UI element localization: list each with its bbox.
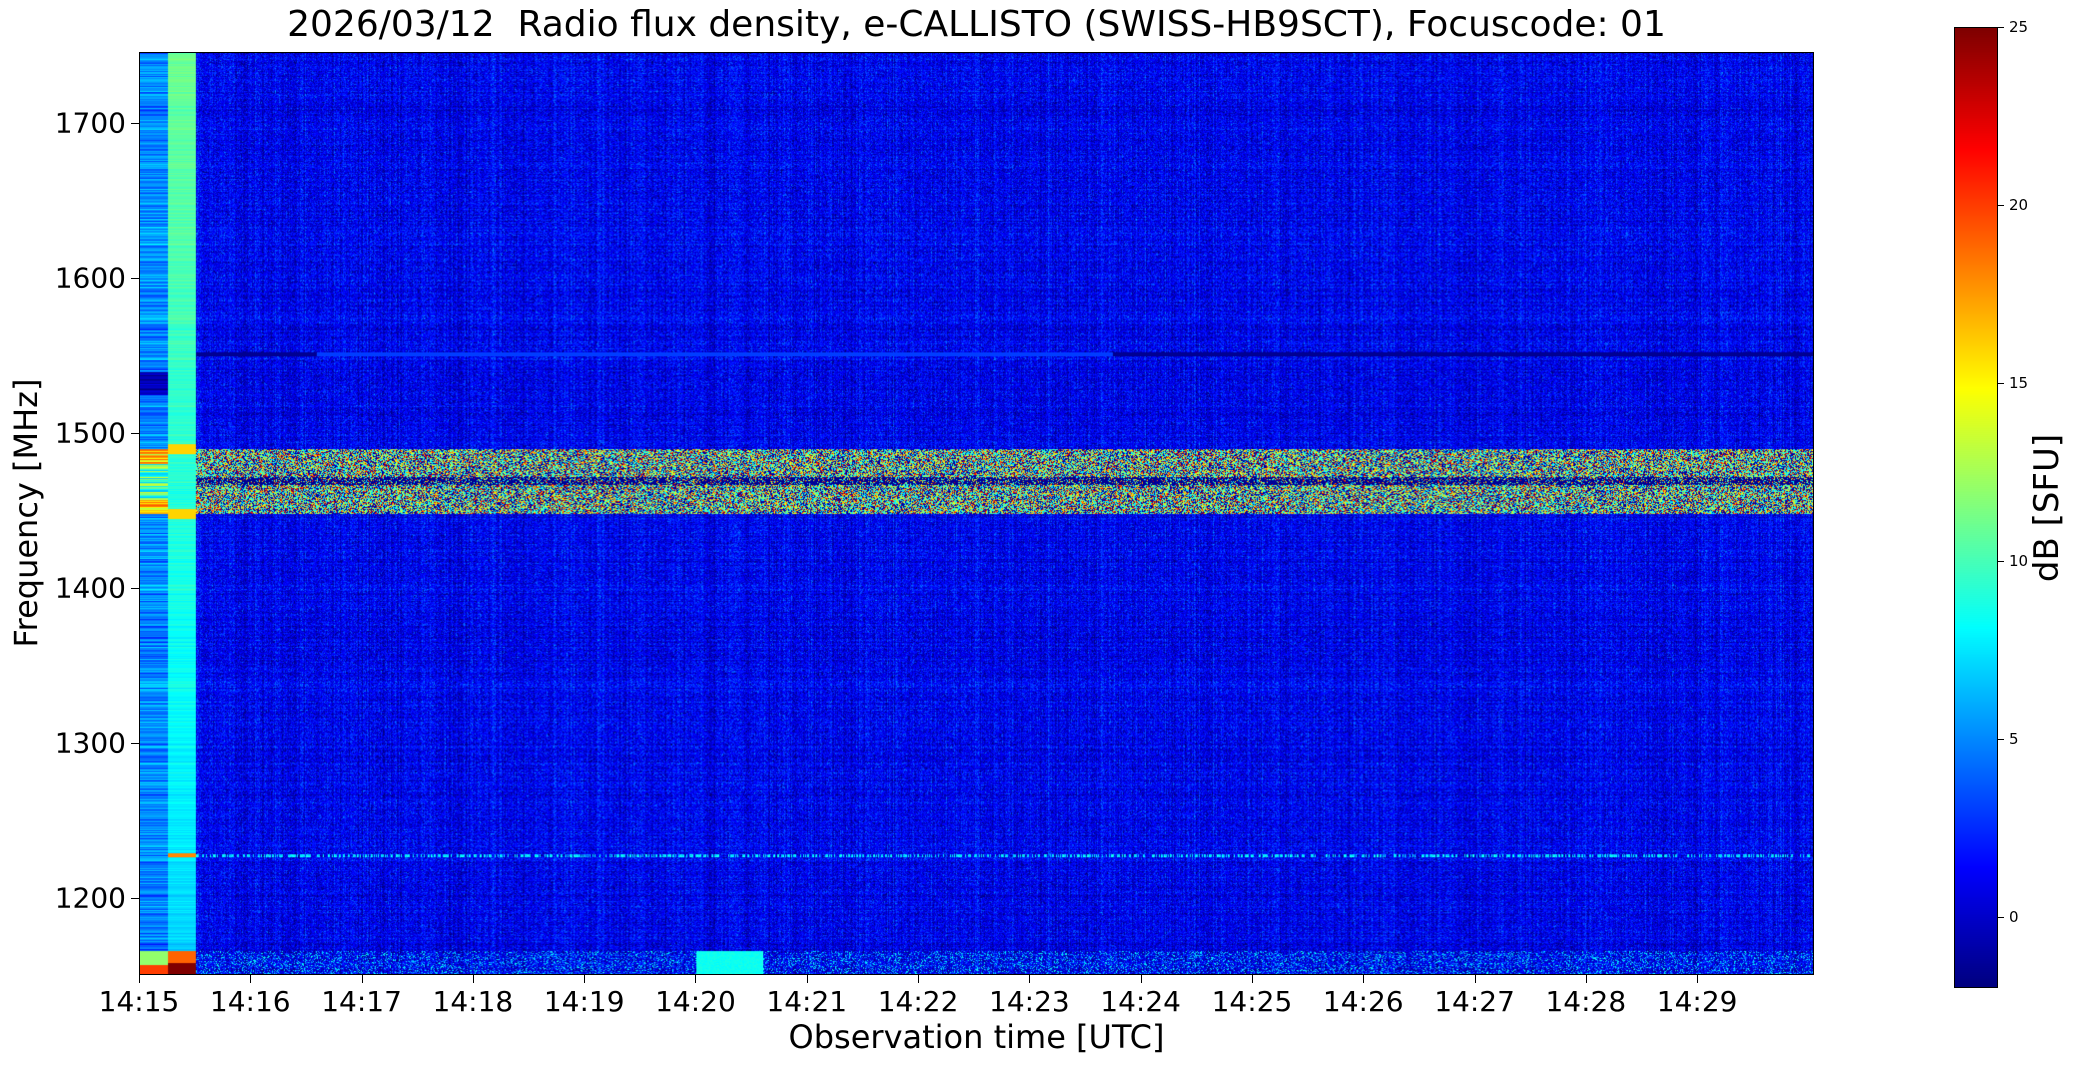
x-tick-mark bbox=[1140, 975, 1142, 983]
colorbar bbox=[1954, 27, 1998, 988]
colorbar-tick-mark bbox=[1998, 738, 2004, 740]
colorbar-tick-label: 0 bbox=[2009, 907, 2019, 926]
x-tick-label: 14:17 bbox=[321, 985, 402, 1018]
colorbar-tick-mark bbox=[1998, 204, 2004, 206]
x-tick-mark bbox=[139, 975, 140, 983]
x-tick-mark bbox=[1363, 975, 1365, 983]
x-tick-mark bbox=[1474, 975, 1476, 983]
chart-title: 2026/03/12 Radio flux density, e-CALLIST… bbox=[287, 4, 1666, 45]
colorbar-tick-mark bbox=[1998, 560, 2004, 562]
x-tick-mark bbox=[1697, 975, 1699, 983]
x-tick-label: 14:28 bbox=[1545, 985, 1627, 1018]
colorbar-tick-label: 15 bbox=[2009, 373, 2029, 392]
colorbar-tick-label: 25 bbox=[2009, 18, 2029, 36]
y-tick-label: 1600 bbox=[54, 261, 126, 295]
x-tick-mark bbox=[584, 975, 586, 983]
spectrogram-plot-area bbox=[139, 52, 1814, 975]
y-tick-mark bbox=[131, 432, 139, 434]
x-tick-label: 14:19 bbox=[543, 985, 625, 1018]
x-tick-mark bbox=[361, 975, 363, 983]
x-tick-mark bbox=[1029, 975, 1031, 983]
x-tick-mark bbox=[918, 975, 920, 983]
colorbar-tick-mark bbox=[1998, 382, 2004, 384]
y-tick-label: 1400 bbox=[54, 571, 126, 605]
colorbar-tick-mark bbox=[1998, 916, 2004, 918]
x-tick-label: 14:25 bbox=[1211, 985, 1293, 1018]
y-tick-mark bbox=[131, 278, 139, 280]
colorbar-tick-label: 20 bbox=[2009, 195, 2029, 214]
colorbar-label: dB [SFU] bbox=[2027, 433, 2067, 583]
y-tick-mark bbox=[131, 897, 139, 899]
x-tick-label: 14:24 bbox=[1100, 985, 1182, 1018]
x-tick-label: 14:26 bbox=[1322, 985, 1404, 1018]
y-tick-label: 1300 bbox=[54, 726, 126, 760]
x-tick-mark bbox=[806, 975, 808, 983]
y-tick-mark bbox=[131, 123, 139, 125]
x-tick-label: 14:23 bbox=[989, 985, 1070, 1018]
x-tick-label: 14:16 bbox=[209, 985, 291, 1018]
x-tick-label: 14:22 bbox=[877, 985, 959, 1018]
x-tick-mark bbox=[250, 975, 252, 983]
y-tick-label: 1200 bbox=[54, 881, 126, 915]
spectrogram-heatmap bbox=[140, 53, 1813, 974]
y-tick-label: 1500 bbox=[54, 416, 126, 450]
x-tick-mark bbox=[472, 975, 474, 983]
y-tick-mark bbox=[131, 742, 139, 744]
x-tick-label: 14:15 bbox=[98, 985, 180, 1018]
x-tick-mark bbox=[1585, 975, 1587, 983]
x-tick-label: 14:21 bbox=[766, 985, 848, 1018]
x-tick-label: 14:29 bbox=[1656, 985, 1738, 1018]
x-tick-mark bbox=[695, 975, 697, 983]
y-tick-label: 1700 bbox=[54, 106, 126, 140]
y-axis-label: Frequency [MHz] bbox=[7, 378, 45, 648]
colorbar-tick-label: 5 bbox=[2009, 729, 2019, 748]
colorbar-tick-label: 10 bbox=[2009, 551, 2029, 570]
x-tick-mark bbox=[1251, 975, 1253, 983]
x-tick-label: 14:20 bbox=[655, 985, 736, 1018]
y-tick-mark bbox=[131, 587, 139, 589]
x-tick-label: 14:27 bbox=[1434, 985, 1515, 1018]
x-tick-label: 14:18 bbox=[432, 985, 514, 1018]
x-axis-label: Observation time [UTC] bbox=[788, 1018, 1165, 1056]
colorbar-tick-mark bbox=[1998, 27, 2004, 28]
